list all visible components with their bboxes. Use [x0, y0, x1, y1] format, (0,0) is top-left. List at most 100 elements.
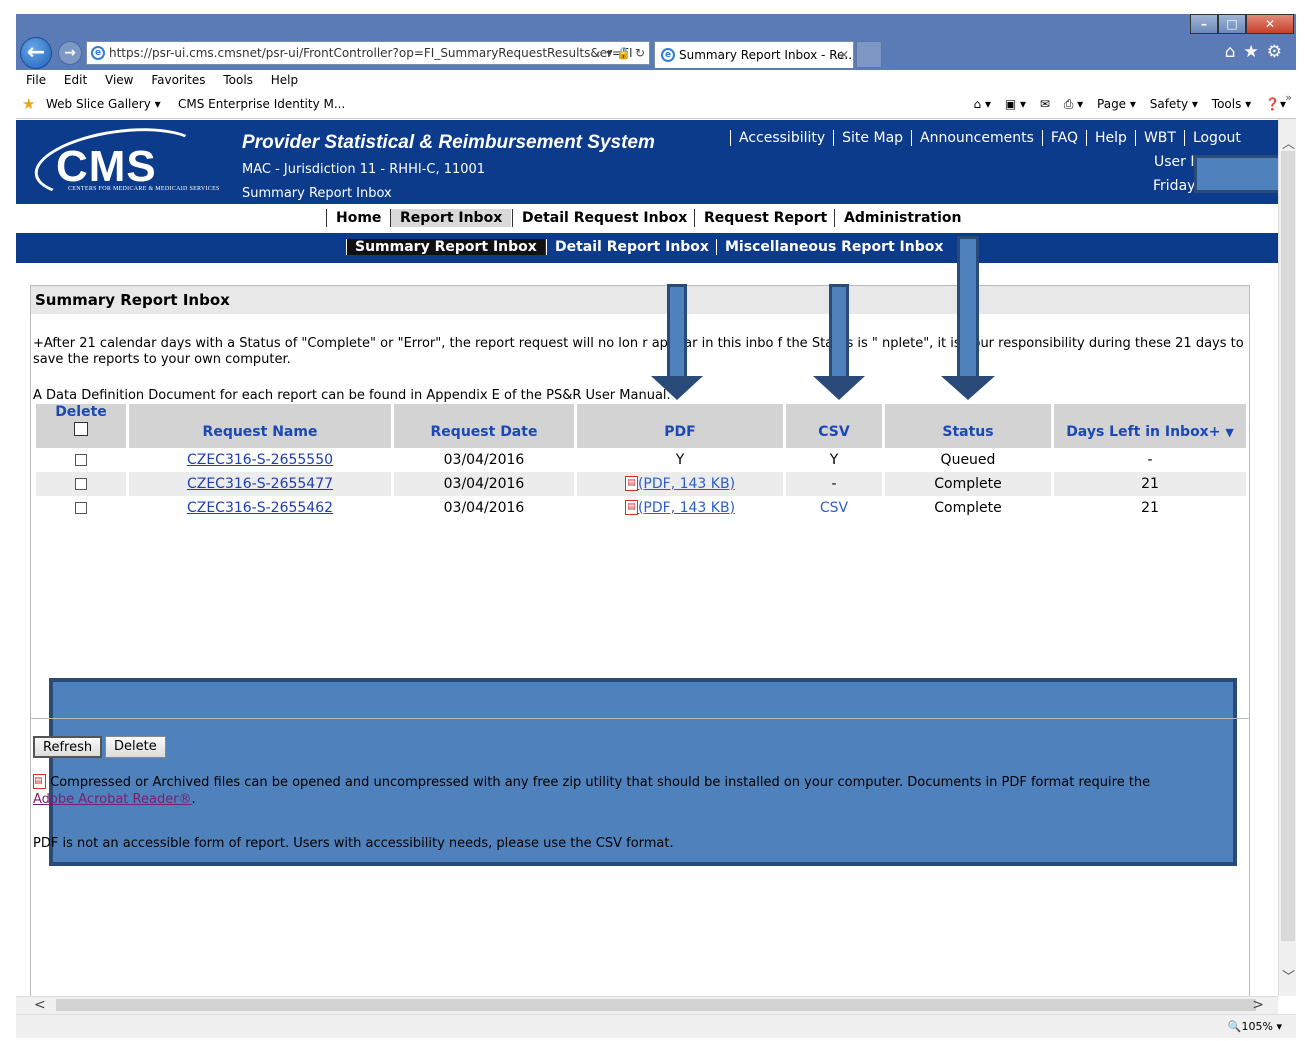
row-delete-cell — [36, 448, 126, 472]
zoom-icon: 🔍 — [1227, 1020, 1242, 1033]
fav-cms-enterprise-identity[interactable]: CMS Enterprise Identity M... — [178, 92, 345, 116]
col-days-left[interactable]: Days Left in Inbox+ ▼ — [1054, 404, 1246, 448]
col-delete-label: Delete — [55, 404, 107, 420]
status-cell: Complete — [885, 472, 1051, 496]
col-request-date[interactable]: Request Date — [394, 404, 574, 448]
back-button[interactable]: ← — [20, 37, 52, 69]
col-days-left-label: Days Left in Inbox+ — [1066, 424, 1221, 440]
status-cell: Complete — [934, 500, 1002, 516]
address-tools-icons[interactable]: ⌕ ▾ 🔒 ↻ — [596, 42, 645, 64]
sort-desc-icon[interactable]: ▼ — [1225, 426, 1233, 439]
col-request-name[interactable]: Request Name — [129, 404, 391, 448]
zip-note: ▤ Compressed or Archived files can be op… — [33, 774, 1151, 807]
tab-close-icon[interactable]: ✕ — [839, 42, 849, 68]
acrobat-reader-link[interactable]: Adobe Acrobat Reader® — [33, 792, 192, 807]
home-icon[interactable]: ⌂ — [1225, 42, 1244, 62]
home-page-icon[interactable]: ⌂ ▾ — [974, 97, 991, 111]
table-row: CZEC316-S-2655550 03/04/2016 Y Y Queued … — [36, 448, 1246, 472]
settings-gear-icon[interactable]: ⚙ — [1267, 42, 1290, 62]
refresh-button[interactable]: Refresh — [33, 736, 103, 758]
nav-home[interactable]: Home — [326, 209, 390, 227]
zip-note-text: Compressed or Archived files can be open… — [50, 775, 1151, 790]
menu-favorites[interactable]: Favorites — [151, 70, 205, 90]
col-pdf[interactable]: PDF — [577, 404, 783, 448]
fav-web-slice-gallery[interactable]: Web Slice Gallery ▾ — [46, 92, 161, 116]
link-help[interactable]: Help — [1086, 130, 1135, 146]
browser-toolbar-icons: ⌂★⚙ — [1225, 42, 1290, 62]
chevron-more-icon[interactable]: » — [1285, 86, 1292, 110]
vertical-scrollbar[interactable]: ︿ ﹀ — [1278, 119, 1296, 996]
horizontal-scroll-thumb[interactable] — [56, 999, 1256, 1011]
col-csv[interactable]: CSV — [786, 404, 882, 448]
command-bar: ⌂ ▾ ▣ ▾ ✉ ⎙ ▾ Page ▾ Safety ▾ Tools ▾ ❓▾… — [964, 91, 1292, 116]
csv-cell: Y — [829, 452, 839, 468]
scroll-down-icon[interactable]: ﹀ — [1282, 966, 1295, 985]
link-site-map[interactable]: Site Map — [833, 130, 911, 146]
csv-download-link[interactable]: CSV — [820, 500, 848, 516]
address-bar[interactable]: e https://psr-ui.cms.cmsnet/psr-ui/Front… — [86, 41, 650, 65]
mail-icon[interactable]: ✉ — [1040, 97, 1050, 111]
favorites-star-icon[interactable]: ★ — [1244, 42, 1267, 62]
new-tab-button[interactable] — [856, 41, 882, 68]
delete-button[interactable]: Delete — [105, 736, 166, 758]
vertical-scroll-thumb[interactable] — [1281, 151, 1295, 941]
request-name-link[interactable]: CZEC316-S-2655477 — [187, 476, 333, 492]
subnav-misc-report-inbox[interactable]: Miscellaneous Report Inbox — [716, 239, 951, 255]
cmd-safety[interactable]: Safety ▾ — [1150, 97, 1198, 111]
forward-button[interactable]: → — [58, 41, 82, 65]
csv-cell: - — [786, 472, 882, 496]
maximize-button[interactable]: □ — [1218, 14, 1246, 34]
zoom-level[interactable]: 🔍105% ▾ — [1228, 1020, 1282, 1033]
menu-view[interactable]: View — [105, 70, 133, 90]
help-icon[interactable]: ❓▾ — [1265, 97, 1286, 111]
link-faq[interactable]: FAQ — [1041, 130, 1086, 146]
row-checkbox[interactable] — [75, 478, 87, 490]
select-all-checkbox[interactable] — [74, 422, 88, 436]
favorites-star-icon[interactable]: ★ — [22, 92, 35, 116]
days-left-cell: 21 — [1054, 472, 1246, 496]
horizontal-scrollbar[interactable]: < > — [16, 996, 1278, 1014]
menu-file[interactable]: File — [26, 70, 46, 90]
table-header-row: Delete Request Name Request Date PDF CSV… — [36, 404, 1246, 448]
pdf-download-link[interactable]: (PDF, 143 KB) — [638, 476, 735, 492]
cmd-tools[interactable]: Tools ▾ — [1212, 97, 1251, 111]
row-checkbox[interactable] — [75, 454, 87, 466]
request-date-cell: 03/04/2016 — [443, 500, 525, 516]
link-announcements[interactable]: Announcements — [911, 130, 1042, 146]
secondary-nav: Summary Report Inbox Detail Report Inbox… — [16, 233, 1278, 263]
url-text: https://psr-ui.cms.cmsnet/psr-ui/FrontCo… — [109, 46, 633, 60]
feeds-icon[interactable]: ▣ ▾ — [1005, 97, 1026, 111]
request-name-link[interactable]: CZEC316-S-2655462 — [187, 500, 333, 516]
nav-detail-request-inbox[interactable]: Detail Request Inbox — [512, 209, 696, 227]
menu-bar: File Edit View Favorites Tools Help — [16, 70, 1296, 92]
link-wbt[interactable]: WBT — [1134, 130, 1184, 146]
menu-edit[interactable]: Edit — [64, 70, 87, 90]
request-name-link[interactable]: CZEC316-S-2655550 — [187, 452, 333, 468]
tab-title: Summary Report Inbox - Re... — [679, 48, 854, 62]
scroll-right-icon[interactable]: > — [1252, 997, 1264, 1013]
browser-tab-active[interactable]: e Summary Report Inbox - Re... ✕ — [654, 41, 854, 68]
cmd-page[interactable]: Page ▾ — [1097, 97, 1136, 111]
csv-cell: CSV — [786, 496, 882, 520]
print-icon[interactable]: ⎙ ▾ — [1064, 97, 1083, 111]
cms-logo-subtext: CENTERS FOR MEDICARE & MEDICAID SERVICES — [68, 186, 220, 192]
pdf-download-link[interactable]: (PDF, 143 KB) — [638, 500, 735, 516]
col-status[interactable]: Status — [885, 404, 1051, 448]
link-accessibility[interactable]: Accessibility — [730, 130, 833, 146]
nav-request-report[interactable]: Request Report — [694, 209, 836, 227]
panel-divider — [31, 718, 1249, 719]
user-day-label: Friday — [1153, 178, 1196, 194]
subnav-summary-report-inbox[interactable]: Summary Report Inbox — [346, 239, 545, 255]
scroll-up-icon[interactable]: ︿ — [1282, 133, 1295, 152]
menu-tools[interactable]: Tools — [223, 70, 253, 90]
nav-administration[interactable]: Administration — [834, 209, 970, 227]
nav-report-inbox[interactable]: Report Inbox — [390, 209, 512, 227]
minimize-button[interactable]: – — [1190, 14, 1218, 34]
scroll-left-icon[interactable]: < — [34, 997, 46, 1013]
status-bar: 🔍105% ▾ — [16, 1014, 1296, 1038]
row-checkbox[interactable] — [75, 502, 87, 514]
menu-help[interactable]: Help — [271, 70, 298, 90]
link-logout[interactable]: Logout — [1183, 130, 1249, 146]
subnav-detail-report-inbox[interactable]: Detail Report Inbox — [546, 239, 717, 255]
close-window-button[interactable]: ✕ — [1246, 14, 1294, 34]
